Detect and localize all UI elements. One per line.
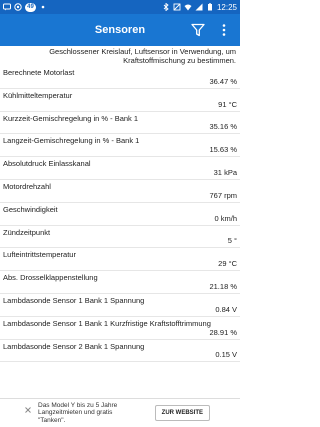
sensor-label: Kühlmitteltemperatur (3, 90, 73, 100)
sensor-label: Lambdasonde Sensor 1 Bank 1 Spannung (3, 295, 145, 305)
sensor-label: Lufteintrittstemperatur (3, 250, 76, 260)
sensor-label: Lambdasonde Sensor 2 Bank 1 Spannung (3, 341, 145, 351)
app-bar: Sensoren (0, 14, 240, 46)
ad-banner[interactable]: Das Model Y bis zu 5 Jahre Langzeitmiete… (0, 398, 240, 427)
sensor-label: Geschwindigkeit (3, 204, 58, 214)
sensor-value: 36.47 % (209, 76, 237, 86)
sensor-label: Lambdasonde Sensor 1 Bank 1 Kurzfristige… (3, 318, 211, 328)
sensor-row[interactable]: Absolutdruck Einlasskanal 31 kPa (0, 157, 240, 180)
sensor-label: Langzeit-Gemischregelung in % - Bank 1 (3, 136, 140, 146)
sensor-row[interactable]: Berechnete Motorlast 36.47 % (0, 66, 240, 89)
sensor-label: Zündzeitpunkt (3, 227, 51, 237)
status-bar: 49 12:25 (0, 0, 240, 14)
sensor-value: 29 °C (218, 259, 237, 269)
sensor-row[interactable]: Geschwindigkeit 0 km/h (0, 203, 240, 226)
sensor-row[interactable]: Motordrehzahl 767 rpm (0, 180, 240, 203)
sensor-row[interactable]: Abs. Drosselklappenstellung 21.18 % (0, 271, 240, 294)
more-vert-icon (222, 24, 226, 36)
sensor-row[interactable]: Lufteintrittstemperatur 29 °C (0, 248, 240, 272)
notification-icon (14, 3, 22, 11)
sensor-value: 767 rpm (209, 190, 237, 200)
sensor-label: Abs. Drosselklappenstellung (3, 273, 98, 283)
filter-icon (191, 23, 205, 37)
sensor-row[interactable]: Lambdasonde Sensor 1 Bank 1 Spannung 0.84… (0, 294, 240, 317)
sensor-row[interactable]: Langzeit-Gemischregelung in % - Bank 1 15… (0, 134, 240, 158)
sensor-row[interactable]: Zündzeitpunkt 5 ° (0, 226, 240, 249)
sensor-row[interactable]: Lambdasonde Sensor 1 Bank 1 Kurzfristige… (0, 317, 240, 340)
sensor-value: 15.63 % (209, 145, 237, 155)
sensor-label: Motordrehzahl (3, 181, 51, 191)
sensor-label: Absolutdruck Einlasskanal (3, 159, 91, 169)
sensor-value: 0.84 V (215, 304, 237, 314)
wifi-icon (184, 3, 192, 11)
sensor-value: 31 kPa (213, 167, 237, 177)
battery-icon (206, 3, 214, 11)
ad-close-icon[interactable] (24, 401, 32, 413)
fuel-system-status: Geschlossener Kreislauf, Luftsensor in V… (49, 47, 236, 65)
sensor-value: 35.16 % (209, 122, 237, 132)
sensor-value: 5 ° (227, 236, 237, 246)
ad-website-button[interactable]: ZUR WEBSITE (154, 405, 210, 421)
clock: 12:25 (216, 2, 237, 12)
sensor-value: 21.18 % (209, 281, 237, 291)
message-icon (3, 3, 11, 11)
sensor-label: Berechnete Motorlast (3, 68, 75, 77)
sensor-row[interactable]: Lambdasonde Sensor 2 Bank 1 Spannung 0.15… (0, 340, 240, 363)
filter-button[interactable] (188, 20, 208, 40)
sensor-list[interactable]: Geschlossener Kreislauf, Luftsensor in V… (0, 46, 240, 398)
more-options-button[interactable] (214, 20, 234, 40)
sensor-value: 28.91 % (209, 327, 237, 337)
sensor-label: Kurzzeit-Gemischregelung in % - Bank 1 (3, 113, 139, 123)
dot-icon (39, 3, 47, 11)
sensor-value: 0 km/h (214, 213, 237, 223)
signal-icon (195, 3, 203, 11)
sensor-row[interactable]: Kühlmitteltemperatur 91 °C (0, 89, 240, 112)
sensor-row[interactable]: Kurzzeit-Gemischregelung in % - Bank 1 35… (0, 112, 240, 135)
mute-icon (173, 3, 181, 11)
ad-text: Das Model Y bis zu 5 Jahre Langzeitmiete… (38, 401, 118, 424)
bluetooth-icon (162, 2, 170, 12)
notification-count-badge: 49 (25, 2, 36, 12)
sensor-value: 0.15 V (215, 350, 237, 360)
sensor-value: 91 °C (218, 99, 237, 109)
